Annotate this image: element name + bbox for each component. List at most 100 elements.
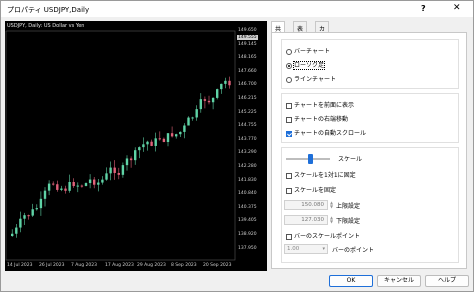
price-tick-label: 137.950 (238, 245, 257, 251)
checkbox[interactable] (286, 172, 292, 179)
candle-body (142, 144, 145, 148)
scale-min-spinner[interactable]: ▲ ▼ (330, 216, 333, 224)
price-tick-label: 149.650 (238, 28, 257, 33)
candle-body (43, 190, 47, 199)
chart-frame (5, 30, 236, 261)
checkbox-chart-foreground[interactable]: チャートを前面に表示 (286, 100, 354, 109)
scale-slider-thumb[interactable] (308, 154, 313, 164)
radio-button[interactable] (286, 48, 292, 55)
candle-body (134, 150, 137, 161)
date-tick-label: 14 Jul 2023 (7, 263, 33, 268)
candle-body (175, 134, 178, 137)
checkbox-auto-scroll[interactable]: チャートの自動スクロール (286, 128, 366, 137)
candle-body (154, 138, 157, 146)
price-tick-label: 138.920 (238, 232, 257, 237)
radio-button[interactable] (286, 76, 292, 83)
date-tick-label: 29 Aug 2023 (137, 263, 166, 268)
candle-body (211, 97, 215, 103)
price-tick-label: 140.840 (238, 191, 257, 197)
close-icon[interactable]: ✕ (453, 3, 461, 13)
help-button[interactable]: ヘルプ (425, 275, 469, 287)
candle-body (228, 80, 231, 86)
radio-candlestick[interactable]: ローソク足 (286, 60, 326, 70)
checkbox[interactable] (286, 116, 292, 123)
candle-body (88, 179, 92, 184)
window-title: プロパティ USDJPY,Daily (7, 6, 90, 14)
candle-body (125, 158, 129, 166)
price-tick-label: 143.290 (238, 150, 257, 156)
candle-body (138, 147, 141, 151)
scale-label: スケール (338, 156, 363, 163)
candle-body (35, 208, 38, 210)
radio-button[interactable] (286, 62, 292, 69)
candle-body (162, 138, 166, 142)
candle-body (183, 125, 186, 132)
date-tick-label: 20 Sep 2023 (203, 263, 232, 268)
scale-min-input[interactable]: 127.030 (284, 215, 328, 225)
price-tick-label: 141.830 (238, 177, 257, 183)
candle-body (76, 185, 79, 187)
checkbox[interactable] (286, 187, 292, 194)
chevron-down-icon: ▾ (322, 246, 325, 252)
candle-body (179, 131, 182, 135)
candle-body (224, 80, 227, 84)
checkbox[interactable] (286, 130, 292, 137)
candle-body (15, 227, 18, 234)
scale-max-label: 上限設定 (336, 203, 361, 210)
settings-panel: バーチャート ローソク足 ラインチャート チャートを前面に表示 チャートの右端移… (271, 32, 467, 269)
candle-body (207, 100, 211, 103)
price-tick-label: 149.145 (238, 41, 257, 47)
candle-body (121, 165, 125, 175)
candle-body (150, 141, 153, 146)
help-icon[interactable]: ? (421, 4, 426, 13)
cancel-button[interactable]: キャンセル (377, 275, 421, 287)
candle-body (170, 133, 174, 137)
candle-body (146, 141, 149, 145)
radio-line-chart[interactable]: ラインチャート (286, 74, 336, 83)
candle-body (23, 215, 26, 219)
candle-body (109, 167, 112, 174)
title-bar: プロパティ USDJPY,Daily ? ✕ (1, 1, 473, 17)
checkbox-chart-shift[interactable]: チャートの右端移動 (286, 114, 348, 123)
ok-button[interactable]: OK (329, 275, 373, 287)
candle-body (97, 182, 100, 185)
checkbox[interactable] (286, 102, 292, 109)
checkbox-scale-fix[interactable]: スケールを固定 (286, 185, 336, 194)
candle-body (68, 181, 71, 191)
candle-body (191, 117, 194, 119)
scale-max-input[interactable]: 150.080 (284, 200, 328, 210)
bar-points-select[interactable]: 1.00 ▾ (284, 244, 328, 254)
candlestick-chart (5, 30, 236, 261)
candle-body (31, 209, 34, 216)
chart-title: USDJPY, Daily: US Dollar vs Yen (7, 23, 85, 29)
candle-body (187, 117, 190, 126)
checkbox-scale-1to1[interactable]: スケールを1対1に固定 (286, 170, 356, 179)
price-tick-label: 147.660 (238, 68, 257, 74)
checkbox-bar-scale-points[interactable]: バーのスケールポイント (286, 231, 360, 240)
date-tick-label: 7 Aug 2023 (71, 263, 97, 268)
candle-body (39, 198, 43, 209)
scale-max-spinner[interactable]: ▲ ▼ (330, 201, 333, 209)
candle-body (56, 184, 59, 190)
candle-body (19, 218, 22, 228)
radio-bar-chart[interactable]: バーチャート (286, 46, 330, 55)
candle-body (47, 183, 51, 191)
price-tick-label: 145.225 (238, 109, 257, 115)
price-tick-label: 144.755 (238, 123, 257, 129)
candle-body (166, 133, 170, 142)
candle-body (203, 99, 207, 101)
bar-points-unit: バーのポイント (332, 247, 375, 254)
checkbox[interactable] (286, 233, 292, 240)
price-tick-label: 139.405 (238, 218, 257, 224)
candle-body (72, 181, 75, 187)
date-tick-label: 26 Jul 2023 (39, 263, 65, 268)
scale-min-label: 下限設定 (336, 218, 361, 225)
candle-body (199, 99, 202, 110)
candle-body (129, 158, 133, 161)
price-tick-label: 140.375 (238, 204, 257, 210)
candle-body (220, 83, 223, 90)
candle-body (158, 138, 161, 140)
candle-body (195, 109, 198, 118)
candle-body (52, 183, 55, 185)
properties-dialog: プロパティ USDJPY,Daily ? ✕ USDJPY, Daily: US… (0, 0, 474, 292)
